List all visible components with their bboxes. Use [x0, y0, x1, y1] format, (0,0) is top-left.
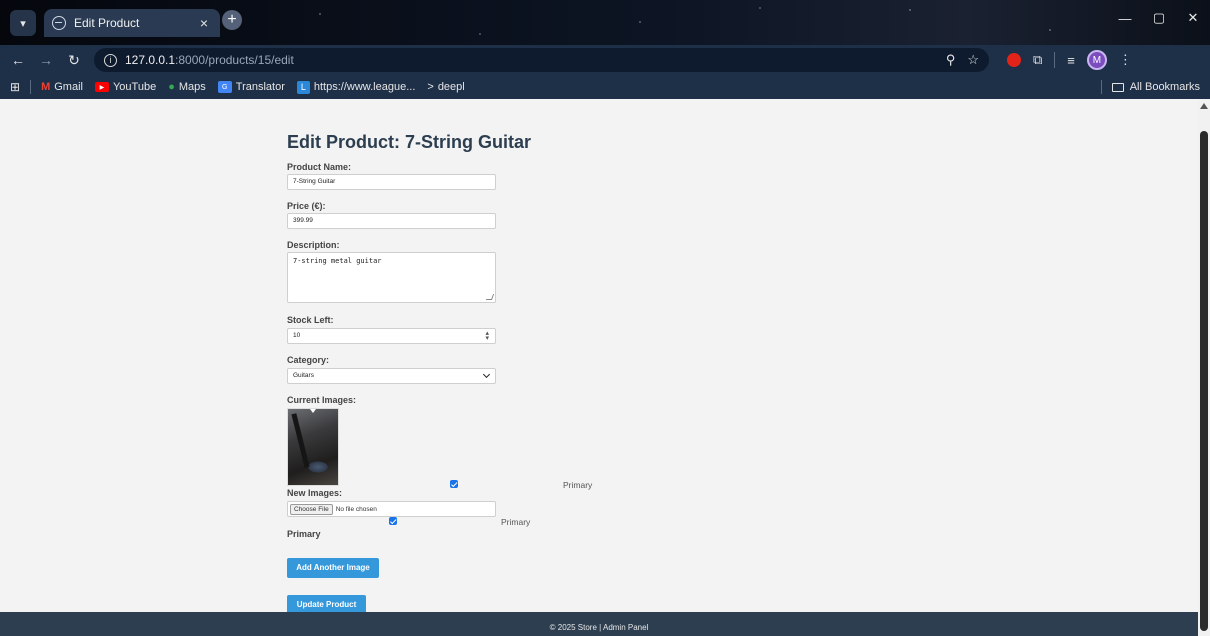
- page-scrollbar[interactable]: [1198, 99, 1210, 636]
- stock-input[interactable]: 10 ▴ ▾: [287, 328, 496, 344]
- browser-tab-edit-product[interactable]: Edit Product ×: [44, 9, 220, 37]
- gmail-icon: M: [41, 81, 51, 93]
- current-image-thumbnail: [287, 408, 339, 486]
- chevron-down-icon: [482, 370, 491, 379]
- bookmarks-separator: [1100, 80, 1102, 94]
- browser-menu-icon[interactable]: ⋮: [1119, 52, 1132, 68]
- bookmark-gmail[interactable]: M Gmail: [41, 81, 83, 93]
- browser-toolbar: ← → ↻ i 127.0.0.1:8000/products/15/edit …: [0, 45, 1210, 75]
- bookmark-label: YouTube: [112, 81, 157, 93]
- back-arrow-icon[interactable]: ←: [6, 48, 30, 72]
- forward-arrow-icon[interactable]: →: [34, 48, 58, 72]
- extensions-puzzle-icon[interactable]: ⧉: [1033, 52, 1042, 68]
- new-images-label: New Images:: [287, 488, 343, 498]
- price-label: Price (€):: [287, 201, 326, 211]
- category-value: Guitars: [293, 372, 314, 379]
- bookmark-maps[interactable]: ● Maps: [168, 81, 206, 93]
- product-name-input[interactable]: 7-String Guitar: [287, 174, 496, 190]
- description-text: 7-string metal guitar: [293, 257, 382, 265]
- translator-icon: G: [217, 81, 232, 93]
- category-label: Category:: [287, 355, 330, 365]
- no-file-text: No file chosen: [335, 505, 377, 513]
- primary-text: Primary: [287, 529, 321, 539]
- zoom-icon[interactable]: ⚲: [946, 52, 956, 68]
- description-label: Description:: [287, 240, 340, 250]
- image-notch: [310, 409, 316, 413]
- apps-grid-icon[interactable]: ⊞: [10, 80, 20, 94]
- resize-grip-icon[interactable]: [485, 294, 495, 300]
- tab-title: Edit Product: [74, 16, 140, 30]
- bookmark-star-icon[interactable]: ☆: [967, 52, 979, 68]
- scrollbar-thumb[interactable]: [1200, 131, 1208, 631]
- youtube-icon: ▶: [94, 82, 109, 92]
- guitar-neck-shape: [291, 413, 310, 468]
- reload-icon[interactable]: ↻: [62, 48, 86, 72]
- price-input[interactable]: 399.99: [287, 213, 496, 229]
- current-image-primary-checkbox[interactable]: [450, 480, 458, 488]
- bookmark-youtube[interactable]: ▶ YouTube: [94, 81, 157, 93]
- bookmark-label: https://www.league...: [313, 81, 416, 93]
- page-footer: © 2025 Store | Admin Panel: [0, 612, 1198, 636]
- league-icon: L: [296, 80, 310, 94]
- bookmark-label: Gmail: [54, 81, 83, 93]
- all-bookmarks[interactable]: All Bookmarks: [1091, 80, 1200, 94]
- globe-icon: [52, 16, 66, 30]
- new-image-primary-label: Primary: [501, 517, 531, 527]
- all-bookmarks-label: All Bookmarks: [1129, 81, 1200, 93]
- new-image-file-input[interactable]: Choose File No file chosen: [287, 501, 496, 517]
- scroll-up-arrow-icon[interactable]: [1200, 103, 1208, 109]
- current-images-label: Current Images:: [287, 395, 357, 405]
- browser-tab-bar: ▾ Edit Product × + — ▢ ✕: [0, 0, 1210, 45]
- product-name-label: Product Name:: [287, 162, 352, 172]
- maps-pin-icon: ●: [168, 81, 175, 93]
- page-title: Edit Product: 7-String Guitar: [287, 132, 532, 152]
- bookmark-translator[interactable]: G Translator: [217, 81, 285, 93]
- address-bar[interactable]: i 127.0.0.1:8000/products/15/edit ⚲ ☆: [94, 48, 989, 72]
- bookmark-league[interactable]: Lhttps://www.league...: [296, 80, 416, 94]
- category-select[interactable]: Guitars: [287, 368, 496, 384]
- bookmark-deepl[interactable]: > deepl: [427, 81, 464, 93]
- number-spinner-icon[interactable]: ▴ ▾: [485, 330, 489, 342]
- tab-search-chevron-icon[interactable]: ▾: [10, 10, 36, 36]
- url-host: 127.0.0.1: [125, 53, 176, 67]
- reading-list-icon[interactable]: ≡: [1067, 53, 1075, 68]
- current-image-primary-label: Primary: [563, 480, 593, 490]
- bookmarks-separator: [30, 80, 32, 94]
- bookmark-label: Maps: [178, 81, 206, 93]
- close-window-icon[interactable]: ✕: [1176, 0, 1210, 36]
- new-tab-icon[interactable]: +: [222, 10, 242, 30]
- deepl-arrow-icon: >: [427, 81, 434, 93]
- url-path: :8000/products/15/edit: [175, 53, 294, 67]
- bookmark-label: deepl: [437, 81, 465, 93]
- restore-window-icon[interactable]: ▢: [1142, 0, 1176, 36]
- choose-file-button[interactable]: Choose File: [290, 503, 333, 515]
- bookmarks-bar: ⊞ M Gmail ▶ YouTube ● Maps G Translator Lhtt…: [0, 75, 1210, 99]
- new-image-primary-checkbox[interactable]: [389, 517, 397, 525]
- minimize-window-icon[interactable]: —: [1108, 0, 1142, 36]
- add-another-image-button[interactable]: Add Another Image: [287, 558, 379, 578]
- stock-value: 10: [293, 332, 301, 339]
- page-viewport: Edit Product: 7-String Guitar Product Na…: [0, 99, 1198, 636]
- description-textarea[interactable]: 7-string metal guitar: [287, 252, 496, 303]
- stock-label: Stock Left:: [287, 315, 334, 325]
- site-info-icon[interactable]: i: [104, 53, 117, 67]
- profile-avatar[interactable]: M: [1086, 50, 1107, 70]
- close-tab-icon[interactable]: ×: [196, 15, 212, 31]
- bookmark-label: Translator: [235, 81, 285, 93]
- folder-icon: [1111, 82, 1124, 92]
- extension-shield-icon[interactable]: [1007, 53, 1021, 67]
- toolbar-separator: [1054, 52, 1056, 68]
